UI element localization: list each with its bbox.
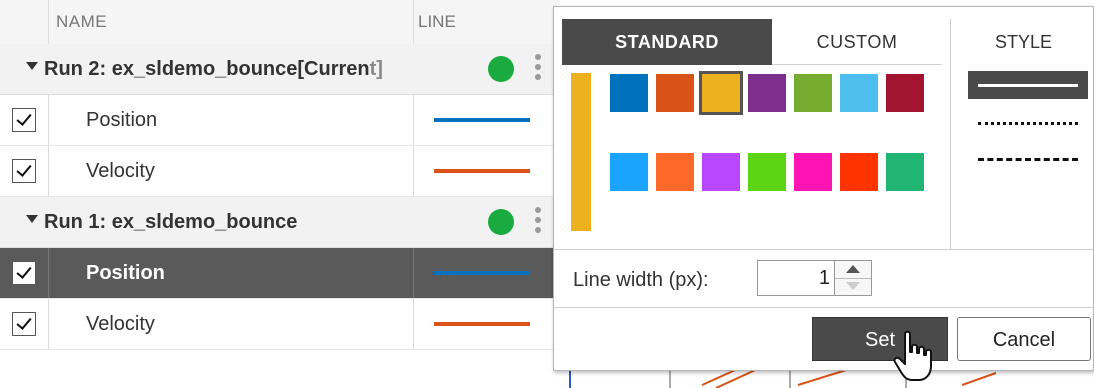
color-swatch[interactable] [702,153,740,191]
line-width-input[interactable] [757,260,837,296]
checkbox-cell [0,146,49,196]
color-swatch[interactable] [886,153,924,191]
line-style-swatch[interactable] [434,271,530,275]
column-divider [413,95,414,145]
signal-name: Velocity [86,160,155,182]
dashed-line-icon [978,158,1078,161]
more-options-icon[interactable] [535,207,543,237]
run-name: Run 2: ex_sldemo_bounce[Current] [44,44,383,94]
color-swatch[interactable] [794,74,832,112]
column-header-name[interactable]: NAME [56,0,107,44]
divider [950,19,951,249]
check-icon [16,161,32,177]
column-divider [413,299,414,349]
solid-line-icon [978,84,1078,87]
run-name-text: Run 2: ex_sldemo_bounce[Curren [44,58,370,80]
checkbox-cell [0,299,49,349]
line-style-swatch[interactable] [434,118,530,122]
run-name-clipped: t] [369,58,383,80]
divider [554,307,1093,308]
color-swatch-selected[interactable] [699,71,743,115]
signal-table: NAME LINE Run 2: ex_sldemo_bounce[Curren… [0,0,560,388]
line-style-swatch[interactable] [434,169,530,173]
color-swatch[interactable] [610,153,648,191]
table-empty-area [0,350,560,388]
table-header: NAME LINE [0,0,560,45]
table-row[interactable]: Velocity [0,146,560,197]
signal-name: Position [86,262,165,284]
line-style-solid[interactable] [968,71,1088,99]
tab-custom[interactable]: CUSTOM [772,19,942,65]
checkbox-cell [0,95,49,145]
header-checkbox-column [0,0,49,44]
table-row[interactable]: Velocity [0,299,560,350]
hand-cursor-icon [893,330,932,381]
line-width-stepper[interactable] [834,260,872,296]
table-row[interactable]: Position [0,248,560,299]
color-swatch[interactable] [794,153,832,191]
cancel-button[interactable]: Cancel [957,317,1091,361]
chevron-down-icon[interactable] [26,215,38,223]
run-row-run-2[interactable]: Run 2: ex_sldemo_bounce[Current] [0,44,560,95]
column-divider[interactable] [413,0,414,44]
color-swatch[interactable] [840,153,878,191]
signal-checkbox[interactable] [12,159,36,183]
dotted-line-icon [978,122,1078,125]
color-swatch[interactable] [748,153,786,191]
color-swatch[interactable] [748,74,786,112]
run-name: Run 1: ex_sldemo_bounce [44,211,298,233]
increment-icon[interactable] [835,261,871,279]
check-icon [16,263,32,279]
more-options-icon[interactable] [535,54,543,84]
divider [554,249,1093,250]
style-section-label: STYLE [994,32,1053,52]
line-style-dashed[interactable] [968,145,1088,173]
run-status-dot-icon [488,56,514,82]
current-color-preview [571,73,591,231]
signal-checkbox[interactable] [12,108,36,132]
color-swatch[interactable] [610,74,648,112]
signal-table-with-line-style-popup: NAME LINE Run 2: ex_sldemo_bounce[Curren… [0,0,1094,388]
signal-name: Position [86,109,158,131]
line-style-popup: STANDARD CUSTOM STYLE Line width (px): 1… [553,6,1094,371]
column-divider [413,146,414,196]
line-style-dash-dot[interactable] [968,179,1088,207]
color-swatch[interactable] [886,74,924,112]
color-swatch[interactable] [656,153,694,191]
decrement-icon[interactable] [835,278,871,295]
table-row[interactable]: Position [0,95,560,146]
signal-checkbox[interactable] [12,312,36,336]
color-swatch[interactable] [656,74,694,112]
column-divider [413,248,414,298]
line-style-swatch[interactable] [434,322,530,326]
check-icon [16,110,32,126]
run-row-run-1[interactable]: Run 1: ex_sldemo_bounce [0,197,560,248]
column-header-line[interactable]: LINE [418,0,456,44]
signal-checkbox[interactable] [12,261,36,285]
tab-standard[interactable]: STANDARD [562,19,772,65]
check-icon [16,314,32,330]
line-style-dotted[interactable] [968,109,1088,137]
signal-name: Velocity [86,313,155,335]
line-width-label: Line width (px): [573,269,709,291]
run-status-dot-icon [488,209,514,235]
checkbox-cell [0,248,49,298]
color-swatch[interactable] [840,74,878,112]
chevron-down-icon[interactable] [26,62,38,70]
